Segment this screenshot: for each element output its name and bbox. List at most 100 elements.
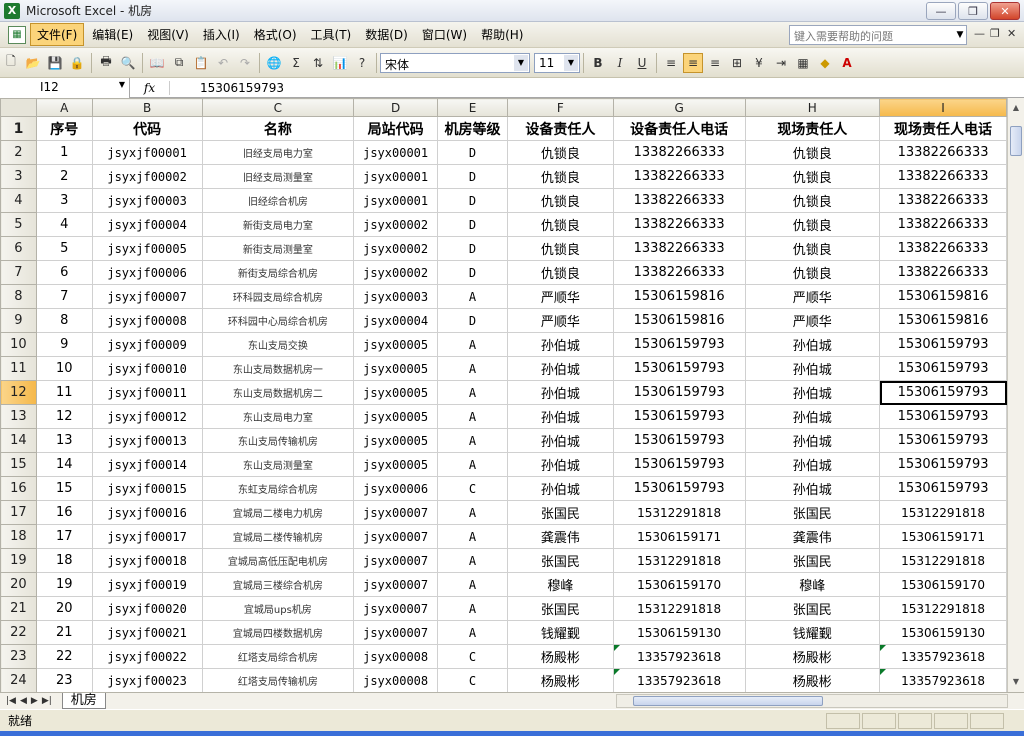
bold-icon[interactable]: B <box>588 53 608 73</box>
next-sheet-icon[interactable]: ▶ <box>31 696 38 706</box>
cell[interactable]: 13382266333 <box>879 188 1007 213</box>
column-header-b[interactable]: B <box>91 98 203 117</box>
cell[interactable]: 2 <box>35 164 93 189</box>
row-header[interactable]: 12 <box>0 380 37 405</box>
cell[interactable]: A <box>437 620 508 645</box>
cell[interactable]: 4 <box>35 212 93 237</box>
cell[interactable]: 15306159171 <box>612 524 746 549</box>
cell[interactable]: 孙伯城 <box>744 404 881 429</box>
cell[interactable]: jsyxjf00013 <box>91 428 203 453</box>
help-search-input[interactable]: 键入需要帮助的问题 <box>789 25 967 45</box>
cell[interactable]: A <box>437 500 508 525</box>
cell[interactable]: 15306159793 <box>612 404 746 429</box>
cell[interactable]: A <box>437 452 508 477</box>
cell[interactable]: D <box>437 140 508 165</box>
cell[interactable]: 孙伯城 <box>744 332 881 357</box>
cell[interactable]: 龚震伟 <box>744 524 881 549</box>
column-header-g[interactable]: G <box>612 98 746 117</box>
cell[interactable]: 严顺华 <box>744 308 881 333</box>
copy-icon[interactable]: ⧉ <box>169 53 189 73</box>
cell[interactable]: 15306159793 <box>879 476 1007 501</box>
underline-icon[interactable]: U <box>632 53 652 73</box>
cell[interactable]: jsyxjf00009 <box>91 332 203 357</box>
cell[interactable]: 10 <box>35 356 93 381</box>
column-header-i[interactable]: I <box>879 98 1007 117</box>
menu-insert[interactable]: 插入(I) <box>197 24 246 45</box>
print-preview-icon[interactable]: 🔍 <box>118 53 138 73</box>
cell[interactable]: 5 <box>35 236 93 261</box>
cell[interactable]: 13382266333 <box>612 164 746 189</box>
cell[interactable]: 15306159793 <box>612 452 746 477</box>
cell[interactable]: 仇锁良 <box>744 188 881 213</box>
row-header[interactable]: 14 <box>0 428 37 453</box>
align-center-icon[interactable]: ≡ <box>683 52 703 73</box>
cell[interactable]: 宜城局高低压配电机房 <box>201 548 355 573</box>
restore-button[interactable]: ❐ <box>958 2 988 20</box>
fx-icon[interactable]: fx <box>130 80 170 95</box>
cell[interactable]: jsyx00007 <box>353 596 439 621</box>
undo-icon[interactable]: ↶ <box>213 53 233 73</box>
paste-icon[interactable]: 📋 <box>191 53 211 73</box>
cell[interactable]: 旧经综合机房 <box>201 188 355 213</box>
column-title-cell[interactable]: 现场责任人 <box>744 116 881 141</box>
sort-ascending-icon[interactable]: ⇅ <box>308 53 328 73</box>
cell[interactable]: 1 <box>35 140 93 165</box>
cell[interactable]: D <box>437 164 508 189</box>
cell[interactable]: jsyxjf00002 <box>91 164 203 189</box>
cell[interactable]: 15306159816 <box>612 284 746 309</box>
cell[interactable]: 仇锁良 <box>506 188 614 213</box>
cell[interactable]: 仇锁良 <box>744 260 881 285</box>
cell[interactable]: 张国民 <box>744 548 881 573</box>
cell[interactable]: 孙伯城 <box>506 380 614 405</box>
cell[interactable]: 张国民 <box>506 596 614 621</box>
cell[interactable]: 13382266333 <box>612 260 746 285</box>
cell[interactable]: 13382266333 <box>612 212 746 237</box>
row-header[interactable]: 22 <box>0 620 37 645</box>
scroll-thumb[interactable] <box>633 696 823 706</box>
merge-center-icon[interactable]: ⊞ <box>727 53 747 73</box>
cell[interactable]: 仇锁良 <box>506 164 614 189</box>
new-icon[interactable]: 🗋 <box>1 53 21 73</box>
cell[interactable]: 孙伯城 <box>506 356 614 381</box>
cell[interactable]: 21 <box>35 620 93 645</box>
cell[interactable]: jsyxjf00010 <box>91 356 203 381</box>
cell[interactable]: jsyxjf00008 <box>91 308 203 333</box>
cell[interactable]: 11 <box>35 380 93 405</box>
cell[interactable]: D <box>437 260 508 285</box>
cell[interactable]: 15306159816 <box>612 308 746 333</box>
cell[interactable]: 15 <box>35 476 93 501</box>
select-all-corner[interactable] <box>0 98 37 117</box>
cell[interactable]: 12 <box>35 404 93 429</box>
menu-file[interactable]: 文件(F) <box>30 23 85 46</box>
cell[interactable]: 东山支局交换 <box>201 332 355 357</box>
row-header[interactable]: 13 <box>0 404 37 429</box>
cell[interactable]: 宜城局二楼电力机房 <box>201 500 355 525</box>
row-header[interactable]: 6 <box>0 236 37 261</box>
cell[interactable]: 19 <box>35 572 93 597</box>
scroll-up-icon[interactable]: ▲ <box>1009 100 1023 114</box>
cell[interactable]: C <box>437 668 508 692</box>
cell[interactable]: 仇锁良 <box>744 236 881 261</box>
chevron-down-icon[interactable]: ▼ <box>119 80 125 89</box>
worksheet-grid[interactable]: ABCDEFGHI 1 序号 代码 名称 局站代码 机房等级 设备责任人 设备责任人电话 现场责… <box>0 98 1007 692</box>
cell[interactable]: 东山支局数据机房一 <box>201 356 355 381</box>
cell[interactable]: 穆峰 <box>744 572 881 597</box>
cell[interactable]: jsyx00005 <box>353 380 439 405</box>
cell[interactable]: 15312291818 <box>612 548 746 573</box>
cell[interactable]: 仇锁良 <box>744 164 881 189</box>
cell[interactable]: 钱耀觐 <box>506 620 614 645</box>
cell[interactable]: 仇锁良 <box>506 140 614 165</box>
cell[interactable]: A <box>437 524 508 549</box>
row-header[interactable]: 23 <box>0 644 37 669</box>
cell[interactable]: 15306159793 <box>879 380 1007 405</box>
cell[interactable]: jsyxjf00019 <box>91 572 203 597</box>
cell[interactable]: jsyxjf00001 <box>91 140 203 165</box>
cell[interactable]: jsyxjf00022 <box>91 644 203 669</box>
cell[interactable]: jsyx00007 <box>353 548 439 573</box>
cell[interactable]: D <box>437 212 508 237</box>
cell[interactable]: 宜城局二楼传输机房 <box>201 524 355 549</box>
chevron-down-icon[interactable]: ▼ <box>564 54 578 71</box>
cell[interactable]: 15306159130 <box>879 620 1007 645</box>
font-color-icon[interactable]: A <box>837 53 857 73</box>
minimize-button[interactable]: — <box>926 2 956 20</box>
